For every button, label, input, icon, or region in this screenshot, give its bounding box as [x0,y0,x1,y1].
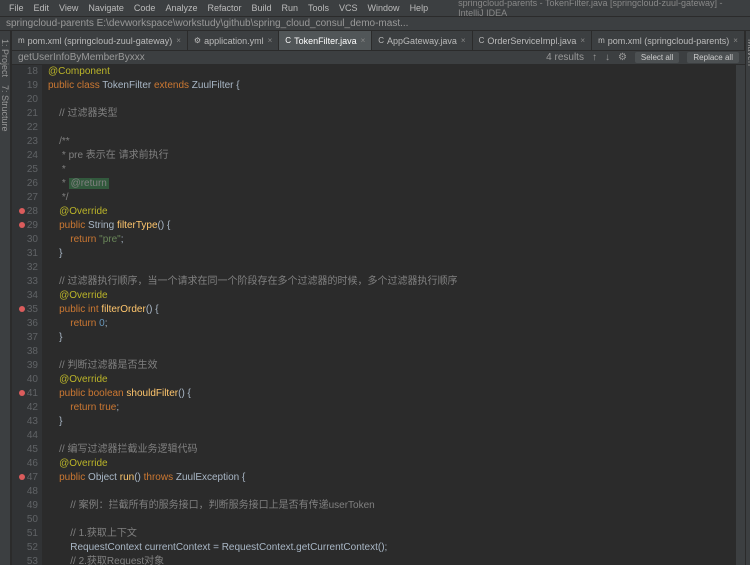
close-icon[interactable]: × [361,36,366,45]
editor-tab[interactable]: CTokenFilter.java× [279,31,372,51]
select-all-button[interactable]: Select all [635,52,679,63]
close-icon[interactable]: × [580,36,585,45]
editor-area: mpom.xml (springcloud-zuul-gateway)×⚙app… [12,31,745,565]
line-gutter[interactable]: 1819202122232425262728293031323334353637… [12,65,42,565]
menu-tools[interactable]: Tools [303,3,334,13]
menu-file[interactable]: File [4,3,29,13]
menu-navigate[interactable]: Navigate [83,3,129,13]
error-stripe [735,65,745,565]
editor-tab[interactable]: ⚙application.yml× [188,31,279,51]
close-icon[interactable]: × [176,36,181,45]
editor-tab[interactable]: mpom.xml (springcloud-parents)× [592,31,745,51]
menu-code[interactable]: Code [129,3,161,13]
menu-run[interactable]: Run [277,3,304,13]
right-tool-stripe: Maven [745,31,750,565]
code-editor[interactable]: @Componentpublic class TokenFilter exten… [42,65,735,565]
menu-analyze[interactable]: Analyze [160,3,202,13]
menu-view[interactable]: View [54,3,83,13]
replace-all-button[interactable]: Replace all [687,52,739,63]
structure-tool-button[interactable]: 7: Structure [0,85,10,132]
menu-build[interactable]: Build [246,3,276,13]
close-icon[interactable]: × [733,36,738,45]
members-bar: getUserInfoByMemberByxxx 4 results ↑↓⚙ S… [12,51,745,65]
close-icon[interactable]: × [461,36,466,45]
editor-tab[interactable]: COrderServiceImpl.java× [473,31,592,51]
menu-help[interactable]: Help [405,3,434,13]
maven-tool-button[interactable]: Maven [746,39,750,66]
breadcrumb: springcloud-parents E:\devworkspace\work… [0,17,750,31]
window-title: springcloud-parents - TokenFilter.java [… [453,0,746,18]
menu-refactor[interactable]: Refactor [202,3,246,13]
left-tool-stripe: 1: Project 7: Structure [0,31,11,565]
project-tool-button[interactable]: 1: Project [0,39,10,77]
close-icon[interactable]: × [268,36,273,45]
menu-window[interactable]: Window [363,3,405,13]
menu-edit[interactable]: Edit [29,3,55,13]
editor-tab[interactable]: CAppGateway.java× [372,31,472,51]
results-count: 4 results [546,52,584,63]
menu-vcs[interactable]: VCS [334,3,363,13]
editor-tabs[interactable]: mpom.xml (springcloud-zuul-gateway)×⚙app… [12,31,745,51]
menubar: FileEditViewNavigateCodeAnalyzeRefactorB… [0,0,750,17]
editor-tab[interactable]: mpom.xml (springcloud-zuul-gateway)× [12,31,188,51]
